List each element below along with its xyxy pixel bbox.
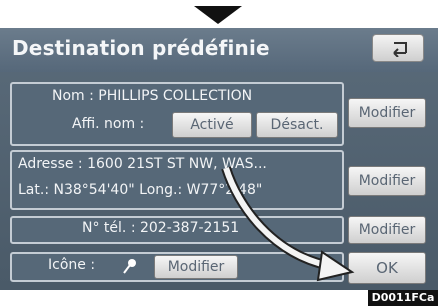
name-inactive-button[interactable]: Désact. <box>256 112 338 138</box>
pin-icon <box>120 257 144 277</box>
back-button[interactable] <box>372 34 424 62</box>
header-bar: Destination prédéfinie <box>0 28 438 72</box>
display-name-label: Affi. nom : <box>72 116 145 132</box>
modify-icon-button[interactable]: Modifier <box>154 255 238 279</box>
coordinates-text: Lat.: N38°54'40" Long.: W77°2'48" <box>18 182 263 198</box>
phone-text: N° tél. : 202-387-2151 <box>82 220 240 236</box>
name-active-button[interactable]: Activé <box>172 112 252 138</box>
figure-code: D0011FCa <box>368 290 438 306</box>
modify-address-button[interactable]: Modifier <box>348 166 426 196</box>
return-arrow-icon <box>393 42 407 57</box>
icon-label: Icône : <box>48 257 96 273</box>
navigation-screen: Destination prédéfinie Nom : PHILLIPS CO… <box>0 28 438 290</box>
ok-button[interactable]: OK <box>348 252 426 284</box>
address-text: Adresse : 1600 21ST ST NW, WAS... <box>18 156 267 172</box>
modify-phone-button[interactable]: Modifier <box>348 216 426 244</box>
icon-panel: Icône : Modifier <box>10 252 344 282</box>
indicator-arrow-icon <box>194 6 242 24</box>
name-label: Nom : PHILLIPS COLLECTION <box>52 88 253 104</box>
name-panel: Nom : PHILLIPS COLLECTION Affi. nom : Ac… <box>10 82 344 146</box>
modify-name-button[interactable]: Modifier <box>348 98 426 128</box>
phone-panel: N° tél. : 202-387-2151 <box>10 216 344 244</box>
address-panel: Adresse : 1600 21ST ST NW, WAS... Lat.: … <box>10 150 344 210</box>
page-title: Destination prédéfinie <box>12 36 270 60</box>
